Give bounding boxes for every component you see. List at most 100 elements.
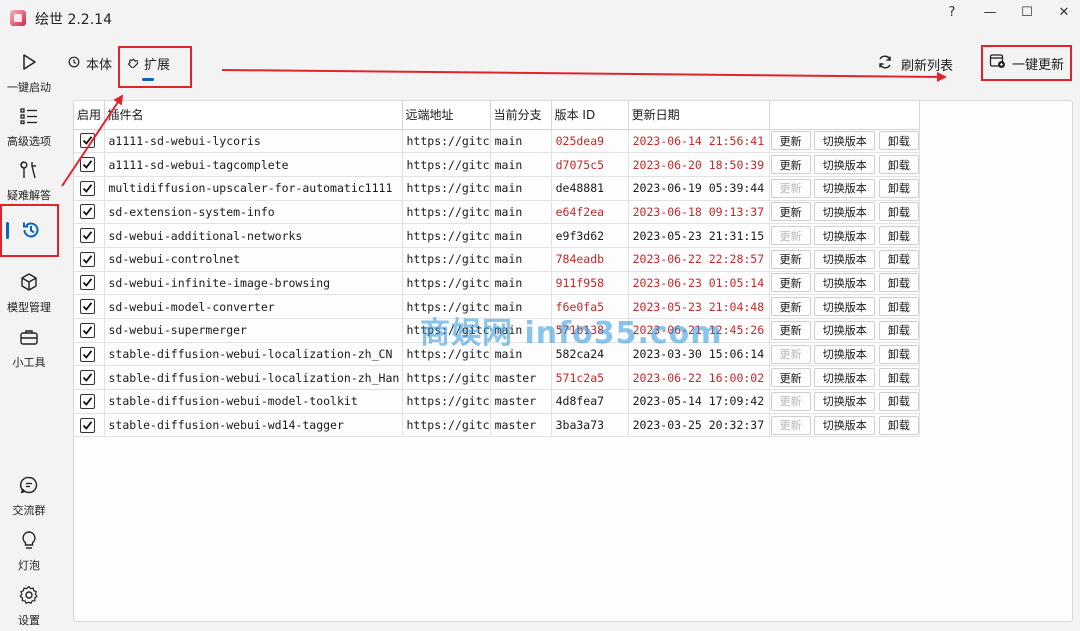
help-button[interactable]: ? bbox=[933, 0, 971, 24]
tab-extensions[interactable]: 扩展 bbox=[126, 54, 170, 73]
sidebar-item-tools[interactable]: 小工具 bbox=[0, 325, 58, 370]
enabled-checkbox[interactable] bbox=[80, 299, 95, 315]
refresh-list-button[interactable]: 刷新列表 bbox=[877, 54, 953, 74]
col-remote-header: 远端地址 bbox=[402, 101, 491, 130]
update-button[interactable]: 更新 bbox=[770, 226, 811, 246]
close-button[interactable]: ✕ bbox=[1045, 0, 1080, 24]
update-button[interactable]: 更新 bbox=[770, 368, 811, 388]
tab-active-underline bbox=[142, 78, 154, 81]
switch-version-button[interactable]: 切换版本 bbox=[814, 249, 876, 269]
sidebar-item-extensions[interactable] bbox=[0, 204, 59, 257]
branch-cell: master bbox=[490, 389, 552, 414]
remote-url-cell: https://gitc bbox=[402, 223, 491, 248]
remote-url-cell: https://gitc bbox=[402, 247, 491, 272]
remote-url-cell: https://gitc bbox=[402, 389, 491, 414]
enabled-checkbox[interactable] bbox=[80, 133, 95, 149]
col-branch-header: 当前分支 bbox=[490, 101, 552, 130]
col-enabled-header: 启用 bbox=[74, 101, 105, 130]
uninstall-button[interactable]: 卸载 bbox=[878, 391, 919, 411]
version-cell: d7075c5 bbox=[551, 152, 629, 177]
update-button[interactable]: 更新 bbox=[770, 297, 811, 317]
puzzle-icon bbox=[126, 56, 139, 72]
enabled-checkbox[interactable] bbox=[80, 157, 95, 173]
update-button[interactable]: 更新 bbox=[770, 391, 811, 411]
uninstall-button[interactable]: 卸载 bbox=[878, 368, 919, 388]
uninstall-button[interactable]: 卸载 bbox=[878, 155, 919, 175]
version-cell: de48881 bbox=[551, 176, 629, 201]
switch-version-button[interactable]: 切换版本 bbox=[814, 320, 876, 340]
switch-version-button[interactable]: 切换版本 bbox=[814, 368, 876, 388]
update-button[interactable]: 更新 bbox=[770, 249, 811, 269]
switch-version-button[interactable]: 切换版本 bbox=[814, 273, 876, 293]
switch-version-button[interactable]: 切换版本 bbox=[814, 391, 876, 411]
sidebar-item-community[interactable]: 交流群 bbox=[0, 473, 58, 518]
check-icon bbox=[82, 278, 93, 288]
uninstall-button[interactable]: 卸载 bbox=[878, 320, 919, 340]
extensions-table: 启用 插件名 远端地址 当前分支 版本 ID 更新日期 a1111-sd-web… bbox=[74, 101, 920, 438]
version-cell: 3ba3a73 bbox=[551, 413, 629, 438]
enabled-checkbox[interactable] bbox=[80, 228, 95, 244]
switch-version-button[interactable]: 切换版本 bbox=[814, 415, 876, 435]
enabled-checkbox[interactable] bbox=[80, 346, 95, 362]
switch-version-button[interactable]: 切换版本 bbox=[814, 155, 876, 175]
branch-cell: main bbox=[490, 223, 552, 248]
play-icon bbox=[20, 50, 38, 74]
plugin-name-cell: multidiffusion-upscaler-for-automatic111… bbox=[104, 176, 403, 201]
enabled-checkbox[interactable] bbox=[80, 251, 95, 267]
uninstall-button[interactable]: 卸载 bbox=[878, 131, 919, 151]
maximize-button[interactable]: ☐ bbox=[1008, 0, 1046, 24]
update-button[interactable]: 更新 bbox=[770, 202, 811, 222]
update-button[interactable]: 更新 bbox=[770, 155, 811, 175]
enabled-checkbox[interactable] bbox=[80, 322, 95, 338]
plugin-name-cell: sd-webui-model-converter bbox=[104, 294, 403, 319]
col-date-header: 更新日期 bbox=[628, 101, 770, 130]
uninstall-button[interactable]: 卸载 bbox=[878, 178, 919, 198]
enabled-checkbox[interactable] bbox=[80, 417, 95, 433]
uninstall-button[interactable]: 卸载 bbox=[878, 297, 919, 317]
uninstall-button[interactable]: 卸载 bbox=[878, 202, 919, 222]
switch-version-button[interactable]: 切换版本 bbox=[814, 131, 876, 151]
enabled-cell bbox=[74, 365, 105, 391]
plugin-name-cell: stable-diffusion-webui-model-toolkit bbox=[104, 389, 403, 414]
sidebar-item-troubleshoot[interactable]: 疑难解答 bbox=[0, 158, 58, 203]
enabled-checkbox[interactable] bbox=[80, 370, 95, 386]
version-cell: 784eadb bbox=[551, 247, 629, 272]
update-button[interactable]: 更新 bbox=[770, 415, 811, 435]
sidebar-item-advanced[interactable]: 高级选项 bbox=[0, 104, 58, 149]
switch-version-button[interactable]: 切换版本 bbox=[814, 297, 876, 317]
plugin-name-cell: stable-diffusion-webui-wd14-tagger bbox=[104, 413, 403, 438]
update-button[interactable]: 更新 bbox=[770, 344, 811, 364]
switch-version-button[interactable]: 切换版本 bbox=[814, 202, 876, 222]
sidebar-item-label: 小工具 bbox=[12, 356, 46, 369]
uninstall-button[interactable]: 卸载 bbox=[878, 344, 919, 364]
update-button[interactable]: 更新 bbox=[770, 178, 811, 198]
update-all-label: 一键更新 bbox=[1011, 57, 1064, 73]
history-icon bbox=[21, 220, 41, 243]
sidebar-item-label: 疑难解答 bbox=[7, 189, 51, 202]
switch-version-button[interactable]: 切换版本 bbox=[814, 344, 876, 364]
uninstall-button[interactable]: 卸载 bbox=[878, 226, 919, 246]
uninstall-button[interactable]: 卸载 bbox=[878, 273, 919, 293]
remote-url-cell: https://gitc bbox=[402, 413, 491, 438]
sidebar-item-launch[interactable]: 一键启动 bbox=[0, 50, 58, 95]
actions-cell: 更新 切换版本 卸载 bbox=[769, 342, 920, 367]
switch-version-button[interactable]: 切换版本 bbox=[814, 226, 876, 246]
date-cell: 2023-06-20 18:50:39 bbox=[628, 152, 770, 177]
switch-version-button[interactable]: 切换版本 bbox=[814, 178, 876, 198]
sidebar-item-bulb[interactable]: 灯泡 bbox=[0, 528, 58, 573]
enabled-checkbox[interactable] bbox=[80, 393, 95, 409]
enabled-checkbox[interactable] bbox=[80, 204, 95, 220]
update-all-button[interactable]: 一键更新 bbox=[981, 45, 1072, 81]
enabled-checkbox[interactable] bbox=[80, 180, 95, 196]
sidebar-item-models[interactable]: 模型管理 bbox=[0, 270, 58, 315]
col-actions-header bbox=[769, 101, 920, 130]
uninstall-button[interactable]: 卸载 bbox=[878, 249, 919, 269]
uninstall-button[interactable]: 卸载 bbox=[878, 415, 919, 435]
update-button[interactable]: 更新 bbox=[770, 131, 811, 151]
sidebar-item-settings[interactable]: 设置 bbox=[0, 583, 58, 628]
update-button[interactable]: 更新 bbox=[770, 320, 811, 340]
minimize-button[interactable]: — bbox=[971, 0, 1009, 24]
enabled-checkbox[interactable] bbox=[80, 275, 95, 291]
update-button[interactable]: 更新 bbox=[770, 273, 811, 293]
tab-core[interactable]: 本体 bbox=[68, 54, 112, 73]
